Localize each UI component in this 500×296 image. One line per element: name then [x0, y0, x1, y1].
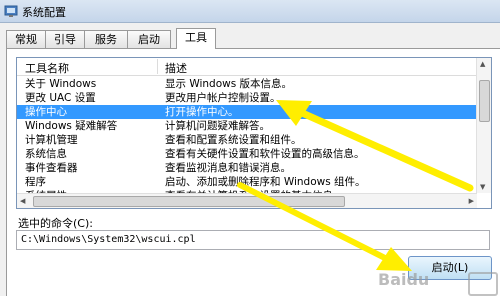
list-item-selected[interactable]: 操作中心 打开操作中心。 — [17, 105, 477, 119]
tools-list[interactable]: 工具名称 描述 关于 Windows 显示 Windows 版本信息。 更改 U… — [16, 57, 492, 209]
tool-description: 查看监视消息和错误消息。 — [165, 162, 291, 174]
selected-command-field[interactable]: C:\Windows\System32\wscui.cpl — [16, 230, 490, 250]
scroll-left-arrow-icon[interactable]: ◀ — [20, 197, 25, 205]
window-title: 系统配置 — [22, 6, 66, 19]
horizontal-scroll-thumb[interactable] — [33, 196, 345, 207]
scroll-up-arrow-icon[interactable]: ▲ — [480, 60, 485, 68]
selected-command-value: C:\Windows\System32\wscui.cpl — [21, 234, 196, 245]
tool-name: 更改 UAC 设置 — [25, 92, 96, 104]
column-header-description[interactable]: 描述 — [165, 60, 187, 76]
tool-name: 程序 — [25, 176, 46, 188]
list-item[interactable]: 计算机管理 查看和配置系统设置和组件。 — [17, 133, 477, 147]
scroll-right-arrow-icon[interactable]: ▶ — [469, 197, 474, 205]
tool-description: 更改用户帐户控制设置。 — [165, 92, 281, 104]
vertical-scrollbar[interactable]: ▲ ▼ — [476, 58, 491, 193]
tool-name: 操作中心 — [25, 106, 67, 118]
tab-boot[interactable]: 引导 — [45, 30, 85, 48]
list-item[interactable]: 事件查看器 查看监视消息和错误消息。 — [17, 161, 477, 175]
tool-name: 计算机管理 — [25, 134, 78, 146]
horizontal-scrollbar[interactable]: ◀ ▶ — [17, 193, 477, 208]
scroll-down-arrow-icon[interactable]: ▼ — [480, 183, 485, 191]
list-item[interactable]: 系统信息 查看有关硬件设置和软件设置的高级信息。 — [17, 147, 477, 161]
tool-description: 打开操作中心。 — [165, 106, 239, 118]
watermark-logo-icon — [468, 272, 498, 296]
system-config-icon — [4, 5, 18, 17]
tool-description: 显示 Windows 版本信息。 — [165, 78, 293, 90]
list-item[interactable]: 关于 Windows 显示 Windows 版本信息。 — [17, 77, 477, 91]
column-divider[interactable] — [157, 59, 158, 74]
tool-description: 查看有关硬件设置和软件设置的高级信息。 — [165, 148, 365, 160]
tool-description: 启动、添加或删除程序和 Windows 组件。 — [165, 176, 366, 188]
list-item[interactable]: 更改 UAC 设置 更改用户帐户控制设置。 — [17, 91, 477, 105]
column-header-tool-name[interactable]: 工具名称 — [25, 60, 69, 76]
tab-services[interactable]: 服务 — [84, 30, 128, 48]
title-bar: 系统配置 — [0, 0, 500, 23]
list-item[interactable]: 程序 启动、添加或删除程序和 Windows 组件。 — [17, 175, 477, 189]
tab-startup[interactable]: 启动 — [127, 30, 171, 48]
list-item[interactable]: Windows 疑难解答 计算机问题疑难解答。 — [17, 119, 477, 133]
list-header: 工具名称 描述 — [17, 58, 477, 76]
tool-name: 关于 Windows — [25, 78, 97, 90]
tool-description: 查看和配置系统设置和组件。 — [165, 134, 302, 146]
tool-name: 事件查看器 — [25, 162, 78, 174]
tool-description: 计算机问题疑难解答。 — [165, 120, 270, 132]
vertical-scroll-thumb[interactable] — [479, 80, 490, 122]
tab-tools[interactable]: 工具 — [176, 28, 216, 49]
baidu-watermark: Baidu — [378, 270, 430, 289]
selected-command-label: 选中的命令(C): — [18, 217, 93, 230]
tab-general[interactable]: 常规 — [6, 30, 46, 48]
tool-name: Windows 疑难解答 — [25, 120, 118, 132]
tool-name: 系统信息 — [25, 148, 67, 160]
